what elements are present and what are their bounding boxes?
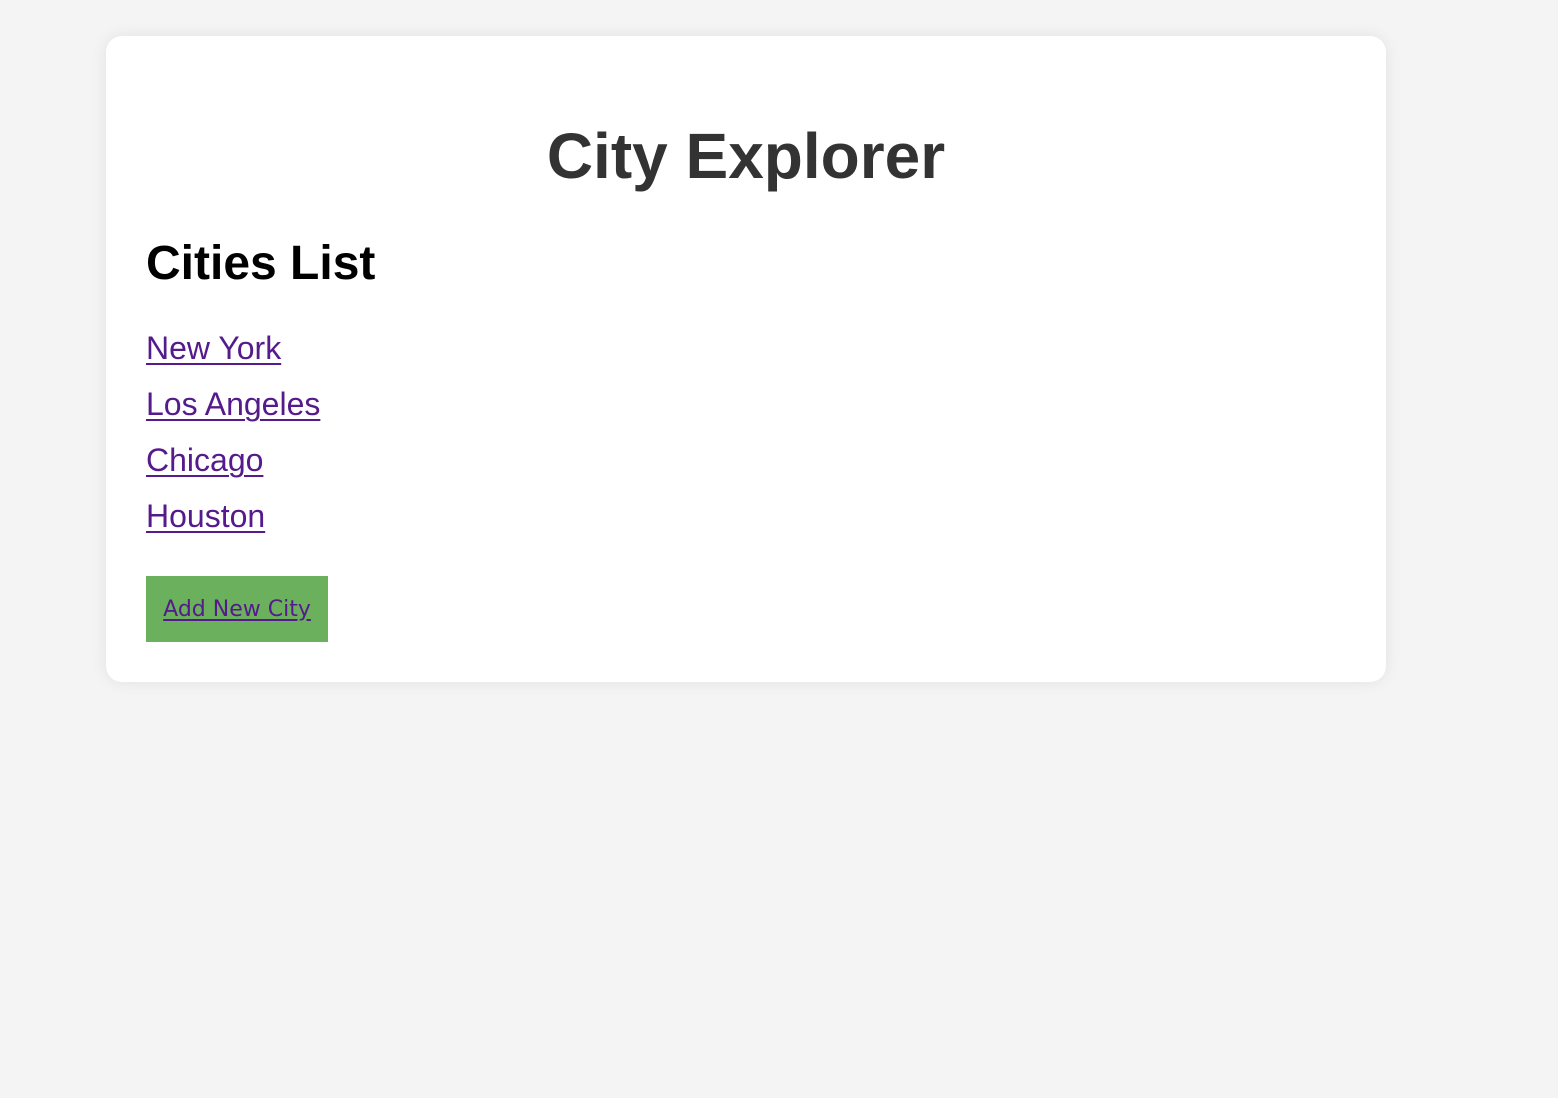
list-item: Los Angeles bbox=[146, 384, 320, 440]
city-link-new-york[interactable]: New York bbox=[146, 330, 281, 366]
city-link-houston[interactable]: Houston bbox=[146, 498, 265, 534]
page-title: City Explorer bbox=[546, 120, 946, 192]
add-new-city-button[interactable]: Add New City bbox=[146, 576, 328, 642]
city-link-chicago[interactable]: Chicago bbox=[146, 442, 263, 478]
list-item: New York bbox=[146, 328, 320, 384]
city-link-los-angeles[interactable]: Los Angeles bbox=[146, 386, 320, 422]
list-item: Houston bbox=[146, 496, 320, 552]
content-card: City Explorer Cities List New York Los A… bbox=[106, 36, 1386, 682]
list-item: Chicago bbox=[146, 440, 320, 496]
cities-list-heading: Cities List bbox=[146, 237, 376, 290]
city-list: New York Los Angeles Chicago Houston bbox=[146, 328, 320, 552]
